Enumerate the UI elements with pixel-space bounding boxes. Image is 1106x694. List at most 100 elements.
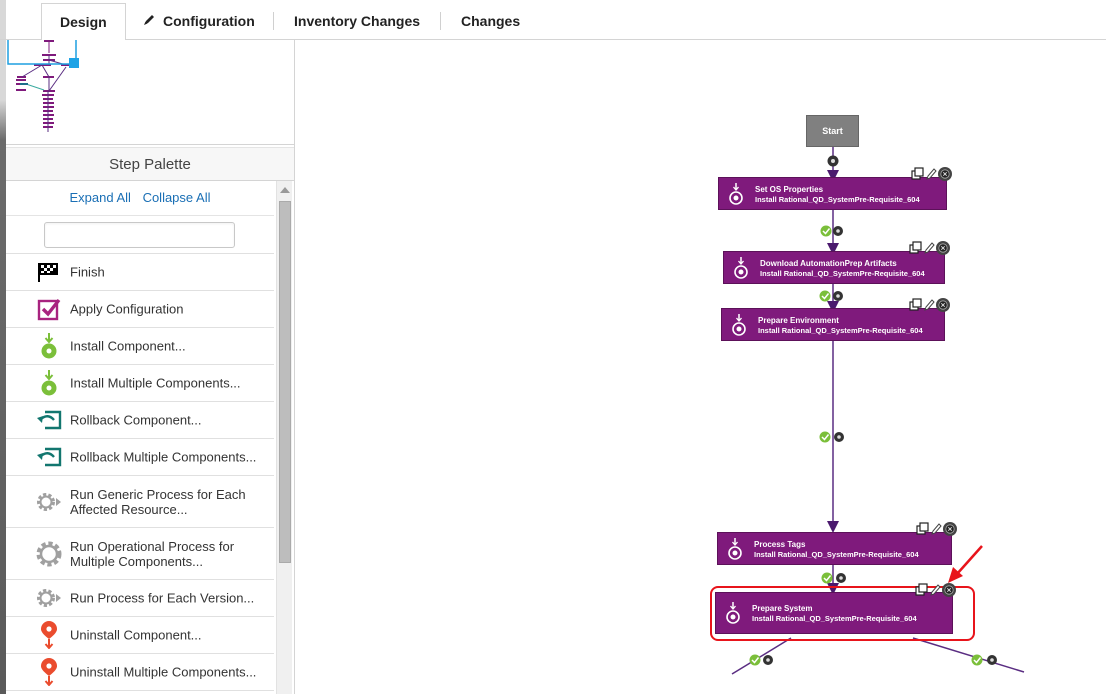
step-tools <box>911 167 952 181</box>
install-step-icon <box>732 314 746 336</box>
step-tools <box>909 298 950 312</box>
connector-step5-right <box>912 637 1025 673</box>
expand-collapse-row: Expand All Collapse All <box>6 181 274 216</box>
workflow-step[interactable]: Set OS Properties Install Rational_QD_Sy… <box>718 167 952 210</box>
step-name: Download AutomationPrep Artifacts <box>760 259 897 268</box>
expand-all-link[interactable]: Expand All <box>70 190 131 205</box>
edit-icon <box>924 242 935 254</box>
palette-item-finish[interactable]: Finish <box>6 254 274 291</box>
annotation-arrow <box>948 545 983 583</box>
palette-item-label: Run Operational Process for Multiple Com… <box>70 538 235 569</box>
edit-icon <box>924 299 935 311</box>
copy-icon <box>911 167 924 180</box>
copy-icon <box>909 241 922 254</box>
connectors <box>731 147 1025 675</box>
palette-item-label: Apply Configuration <box>70 301 184 317</box>
tab-inventory-changes[interactable]: Inventory Changes <box>276 3 438 40</box>
gear-badge-icon <box>987 655 997 665</box>
palette-item-uninstall-multiple-components[interactable]: Uninstall Multiple Components... <box>6 654 274 691</box>
tab-configuration[interactable]: Configuration <box>125 3 273 40</box>
copy-icon <box>915 583 928 596</box>
minimap[interactable] <box>6 40 294 145</box>
gear-arrow-icon <box>34 489 64 515</box>
install-icon <box>34 333 64 359</box>
copy-icon <box>916 522 929 535</box>
palette-item-run-operational-process[interactable]: Run Operational Process for Multiple Com… <box>6 528 274 580</box>
success-badge-icon <box>749 654 761 666</box>
success-badge-icon <box>971 654 983 666</box>
delete-icon <box>938 167 952 181</box>
palette-scrollbar[interactable] <box>276 181 292 694</box>
success-badge-icon <box>819 431 831 443</box>
tab-inventory-changes-label: Inventory Changes <box>294 13 421 29</box>
tab-bar: Design Configuration Inventory Changes C… <box>0 0 1106 41</box>
tab-design[interactable]: Design <box>41 3 126 41</box>
install-step-icon <box>726 602 740 624</box>
install-step-icon <box>728 538 742 560</box>
step-tools <box>909 241 950 255</box>
tab-changes[interactable]: Changes <box>443 3 538 40</box>
palette-item-apply-configuration[interactable]: Apply Configuration <box>6 291 274 328</box>
uninstall-icon <box>34 621 64 649</box>
pencil-icon <box>143 4 156 40</box>
gear-badge-icon <box>833 226 843 236</box>
install-icon <box>34 370 64 396</box>
palette-search-row <box>6 216 274 254</box>
start-node[interactable]: Start <box>806 115 859 147</box>
scroll-up-arrow-icon[interactable] <box>280 187 290 193</box>
checkbox-icon <box>34 296 64 322</box>
palette-item-run-generic-process[interactable]: Run Generic Process for Each Affected Re… <box>6 476 274 528</box>
install-step-icon <box>734 257 748 279</box>
step-subtitle: Install Rational_QD_SystemPre-Requisite_… <box>760 269 925 278</box>
palette-item-rollback-component[interactable]: Rollback Component... <box>6 402 274 439</box>
tab-design-label: Design <box>60 14 107 30</box>
workflow-step[interactable]: Prepare Environment Install Rational_QD_… <box>721 298 950 341</box>
gear-badge-icon <box>834 432 844 442</box>
delete-icon <box>936 298 950 312</box>
palette-item-label: Rollback Multiple Components... <box>70 449 257 465</box>
gear-badge-icon <box>833 291 843 301</box>
palette-items: Finish Apply Configuration Install Compo… <box>6 254 274 691</box>
tab-divider <box>440 12 441 30</box>
palette-search-input[interactable] <box>44 222 235 248</box>
rollback-icon <box>34 407 64 433</box>
success-badge-icon <box>819 290 831 302</box>
delete-icon <box>943 522 957 536</box>
edit-icon <box>931 523 942 535</box>
workflow-step[interactable]: Process Tags Install Rational_QD_SystemP… <box>717 522 957 565</box>
gear-icon <box>34 541 64 567</box>
scroll-thumb[interactable] <box>279 201 291 563</box>
step-tools <box>915 583 956 597</box>
install-step-icon <box>729 183 743 205</box>
delete-icon <box>942 583 956 597</box>
design-canvas[interactable]: Start Set OS Properties Install Rational… <box>296 41 1106 694</box>
start-label: Start <box>822 126 843 136</box>
edit-icon <box>930 584 941 596</box>
tab-divider <box>273 12 274 30</box>
palette-item-label: Rollback Component... <box>70 412 202 428</box>
copy-icon <box>909 298 922 311</box>
palette-item-label: Run Generic Process for Each Affected Re… <box>70 486 246 517</box>
gear-badge-icon <box>836 573 846 583</box>
palette-title: Step Palette <box>6 147 294 181</box>
palette-item-install-component[interactable]: Install Component... <box>6 328 274 365</box>
palette-item-run-process-each-version[interactable]: Run Process for Each Version... <box>6 580 274 617</box>
step-subtitle: Install Rational_QD_SystemPre-Requisite_… <box>754 550 919 559</box>
step-name: Process Tags <box>754 540 806 549</box>
palette-item-uninstall-component[interactable]: Uninstall Component... <box>6 617 274 654</box>
step-name: Prepare System <box>752 604 813 613</box>
palette-item-label: Finish <box>70 264 105 280</box>
step-subtitle: Install Rational_QD_SystemPre-Requisite_… <box>755 195 920 204</box>
workflow-step-selected[interactable]: Prepare System Install Rational_QD_Syste… <box>715 583 956 634</box>
tab-changes-label: Changes <box>461 13 521 29</box>
palette-item-label: Install Multiple Components... <box>70 375 241 391</box>
step-subtitle: Install Rational_QD_SystemPre-Requisite_… <box>752 614 917 623</box>
step-name: Prepare Environment <box>758 316 839 325</box>
collapse-all-link[interactable]: Collapse All <box>143 190 211 205</box>
workflow-step[interactable]: Download AutomationPrep Artifacts Instal… <box>723 241 950 284</box>
palette-item-install-multiple-components[interactable]: Install Multiple Components... <box>6 365 274 402</box>
uninstall-icon <box>34 658 64 686</box>
palette-item-rollback-multiple-components[interactable]: Rollback Multiple Components... <box>6 439 274 476</box>
edit-icon <box>926 168 937 180</box>
palette-item-label: Install Component... <box>70 338 186 354</box>
